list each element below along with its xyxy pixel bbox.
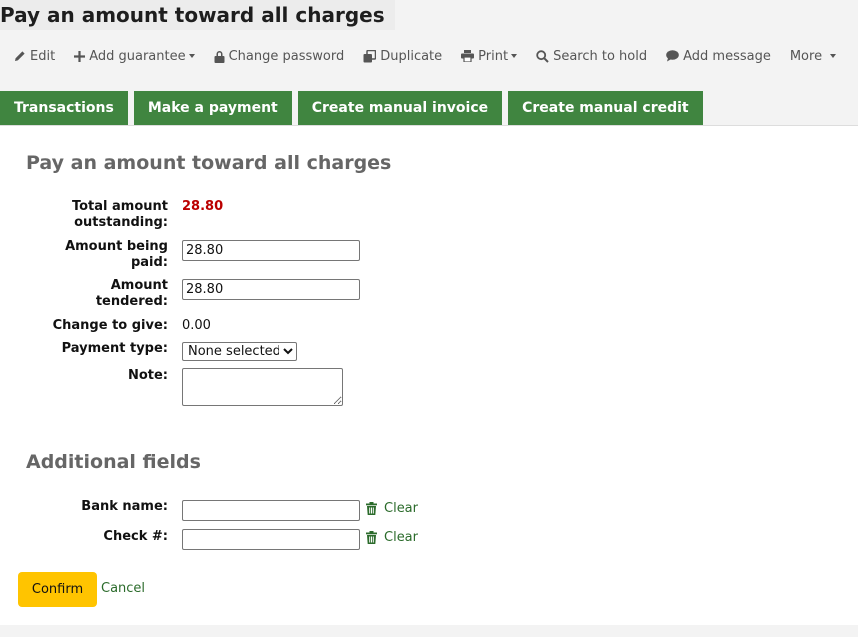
total-outstanding-label-line2: outstanding: <box>74 215 168 230</box>
change-to-give-value: 0.00 <box>182 318 211 333</box>
check-number-input[interactable] <box>182 529 360 550</box>
total-outstanding-label-line1: Total amount <box>71 199 168 214</box>
caret-down-icon <box>511 54 518 58</box>
pencil-icon <box>15 51 25 61</box>
payment-type-select[interactable]: None selected <box>182 342 297 361</box>
trash-icon <box>366 531 377 544</box>
more-label: More <box>789 48 823 64</box>
payment-type-label: Payment type: <box>61 341 168 356</box>
page-title: Pay an amount toward all charges <box>0 0 395 30</box>
total-outstanding-value: 28.80 <box>182 199 224 214</box>
note-textarea[interactable] <box>182 368 343 406</box>
more-dropdown[interactable]: More <box>789 48 837 64</box>
additional-fields-heading: Additional fields <box>26 451 201 473</box>
bank-name-input[interactable] <box>182 500 360 521</box>
check-number-clear-button[interactable]: Clear <box>366 530 418 545</box>
print-label: Print <box>478 48 509 64</box>
patron-toolbar: Edit Add guarantee Change password Dupli… <box>14 46 855 66</box>
lock-icon <box>214 50 225 63</box>
search-to-hold-label: Search to hold <box>553 48 648 64</box>
note-label: Note: <box>127 368 168 383</box>
amount-paid-label-line2: paid: <box>130 255 168 270</box>
tab-create-manual-credit[interactable]: Create manual credit <box>508 91 703 126</box>
add-message-label: Add message <box>683 48 771 64</box>
amount-tendered-label-line1: Amount <box>110 278 168 293</box>
search-icon <box>536 49 549 63</box>
printer-icon <box>461 50 475 62</box>
duplicate-button[interactable]: Duplicate <box>363 49 442 64</box>
payment-panel: Pay an amount toward all charges Total a… <box>0 125 858 625</box>
amount-paid-input[interactable] <box>182 240 360 261</box>
amount-tendered-input[interactable] <box>182 279 360 300</box>
clear-label: Clear <box>384 501 418 516</box>
add-guarantee-button[interactable]: Add guarantee <box>74 48 195 64</box>
plus-icon <box>74 50 86 62</box>
change-to-give-label: Change to give: <box>52 318 168 333</box>
change-password-button[interactable]: Change password <box>214 48 345 64</box>
caret-down-icon <box>830 54 837 58</box>
add-guarantee-label: Add guarantee <box>89 48 186 64</box>
duplicate-label: Duplicate <box>380 48 443 64</box>
tab-create-manual-invoice[interactable]: Create manual invoice <box>297 91 503 126</box>
edit-label: Edit <box>30 48 56 64</box>
tab-make-a-payment[interactable]: Make a payment <box>133 91 292 126</box>
confirm-button[interactable]: Confirm <box>18 572 97 607</box>
add-message-button[interactable]: Add message <box>666 49 771 64</box>
clear-label: Clear <box>384 530 418 545</box>
caret-down-icon <box>188 54 195 58</box>
amount-tendered-label: Amount tendered: <box>96 278 168 310</box>
cancel-link[interactable]: Cancel <box>101 581 145 596</box>
edit-button[interactable]: Edit <box>14 49 55 64</box>
bank-name-label: Bank name: <box>81 499 168 514</box>
check-number-label: Check #: <box>103 529 168 544</box>
amount-paid-label-line1: Amount being <box>65 239 168 254</box>
amount-tendered-label-line2: tendered: <box>95 294 168 309</box>
change-password-label: Change password <box>228 48 345 64</box>
comment-icon <box>666 50 679 62</box>
payment-heading: Pay an amount toward all charges <box>26 152 392 174</box>
print-button[interactable]: Print <box>461 48 518 64</box>
search-to-hold-button[interactable]: Search to hold <box>536 49 647 64</box>
copy-icon <box>363 49 377 62</box>
account-tabs: Transactions Make a payment Create manua… <box>0 91 709 126</box>
bank-name-clear-button[interactable]: Clear <box>366 501 418 516</box>
tab-transactions[interactable]: Transactions <box>0 91 128 126</box>
amount-paid-label: Amount being paid: <box>65 239 168 271</box>
trash-icon <box>366 502 377 515</box>
total-outstanding-label: Total amount outstanding: <box>72 199 168 231</box>
